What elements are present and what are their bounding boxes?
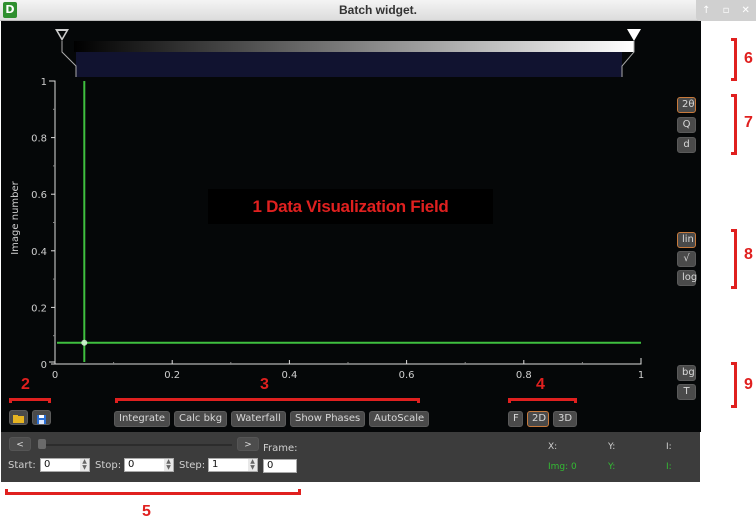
y-tick-label: 0.6 — [31, 190, 47, 201]
x-tick-label: 0.2 — [164, 370, 180, 381]
save-button[interactable] — [32, 410, 51, 425]
crosshair-center — [81, 339, 88, 346]
annotation-2: 2 — [21, 376, 30, 393]
x-tick-label: 0.4 — [281, 370, 297, 381]
step-value: 1 — [212, 459, 219, 470]
x-tick-label: 0.6 — [399, 370, 415, 381]
scale-button-log[interactable]: log — [677, 270, 697, 286]
next-frame-button[interactable]: > — [237, 437, 259, 451]
frame-input[interactable]: 0 — [263, 459, 297, 473]
x-tick-label: 0.8 — [516, 370, 532, 381]
spin-arrows-icon[interactable]: ▲ ▼ — [248, 459, 257, 471]
y-tick-label: 0.8 — [31, 134, 47, 145]
stop-value: 0 — [128, 459, 135, 470]
y-readout-2: Y: — [608, 462, 616, 472]
folder-icon — [13, 415, 24, 423]
bg-button-bg[interactable]: bg — [677, 365, 696, 381]
x-readout: X: — [548, 442, 558, 452]
y-tick-label: 0 — [41, 360, 47, 371]
unit-button-q[interactable]: Q — [677, 117, 696, 133]
annotation-bracket-3 — [115, 398, 420, 403]
annotation-bracket-6 — [731, 38, 737, 81]
action-button-waterfall[interactable]: Waterfall — [231, 411, 286, 427]
spin-arrows-icon[interactable]: ▲ ▼ — [164, 459, 173, 471]
step-label: Step: — [179, 460, 206, 471]
intensity-readout: I: — [666, 442, 672, 452]
stop-label: Stop: — [95, 460, 122, 471]
view-button-2d[interactable]: 2D — [527, 411, 549, 427]
annotation-bracket-5 — [5, 489, 301, 495]
start-value: 0 — [44, 459, 51, 470]
action-button-calc-bkg[interactable]: Calc bkg — [174, 411, 228, 427]
plot-axes: 0 0.2 0.4 0.6 0.8 1 0 0.2 0.4 0.6 0.8 1 — [31, 77, 644, 381]
colorbar-connectors — [61, 41, 635, 77]
unit-button-d[interactable]: d — [677, 137, 696, 153]
open-folder-button[interactable] — [9, 410, 28, 425]
overlay-annotation-label: 1 Data Visualization Field — [208, 189, 493, 224]
annotation-bracket-2 — [9, 398, 51, 403]
y-tick-label: 0.2 — [31, 303, 47, 314]
start-label: Start: — [8, 460, 36, 471]
spin-arrows-icon[interactable]: ▲ ▼ — [80, 459, 89, 471]
previous-frame-button[interactable]: < — [9, 437, 31, 451]
x-tick-label: 1 — [638, 370, 644, 381]
action-button-integrate[interactable]: Integrate — [114, 411, 171, 427]
max-connector-line — [621, 41, 635, 77]
y-tick-label: 1 — [41, 77, 47, 88]
intensity-readout-2: I: — [666, 462, 672, 472]
annotation-7: 7 — [744, 114, 753, 131]
frame-slider-handle[interactable] — [38, 439, 46, 449]
action-button-show-phases[interactable]: Show Phases — [290, 411, 366, 427]
unit-button-2theta[interactable]: 2θ — [677, 97, 696, 113]
annotation-5: 5 — [142, 503, 151, 520]
y-axis-label: Image number — [10, 180, 21, 254]
view-button-3d[interactable]: 3D — [553, 411, 577, 427]
frame-slider-track[interactable] — [42, 444, 232, 446]
scale-button-sqrt[interactable]: √ — [677, 251, 696, 267]
x-tick-label: 0 — [52, 370, 58, 381]
annotation-8: 8 — [744, 246, 753, 263]
annotation-4: 4 — [536, 376, 545, 393]
annotation-6: 6 — [744, 50, 753, 67]
bg-button-t[interactable]: T — [677, 384, 696, 400]
frame-label: Frame: — [263, 443, 298, 454]
annotation-bracket-4 — [508, 398, 577, 403]
action-button-autoscale[interactable]: AutoScale — [369, 411, 430, 427]
annotation-bracket-8 — [731, 229, 737, 289]
save-icon — [37, 415, 46, 424]
y-readout: Y: — [608, 442, 616, 452]
scale-button-lin[interactable]: lin — [677, 232, 696, 248]
annotation-9: 9 — [744, 376, 753, 393]
image-readout: Img: 0 — [548, 462, 577, 472]
stop-spinbox[interactable]: 0 ▲ ▼ — [124, 458, 174, 472]
annotation-3: 3 — [260, 376, 269, 393]
annotation-bracket-9 — [731, 362, 737, 408]
y-tick-label: 0.4 — [31, 247, 47, 258]
annotation-bracket-7 — [731, 94, 737, 155]
min-connector-line — [61, 41, 77, 77]
navigation-panel — [1, 432, 700, 482]
start-spinbox[interactable]: 0 ▲ ▼ — [40, 458, 90, 472]
y-axis-line — [49, 80, 56, 363]
view-button-f[interactable]: F — [508, 411, 523, 427]
step-spinbox[interactable]: 1 ▲ ▼ — [208, 458, 258, 472]
